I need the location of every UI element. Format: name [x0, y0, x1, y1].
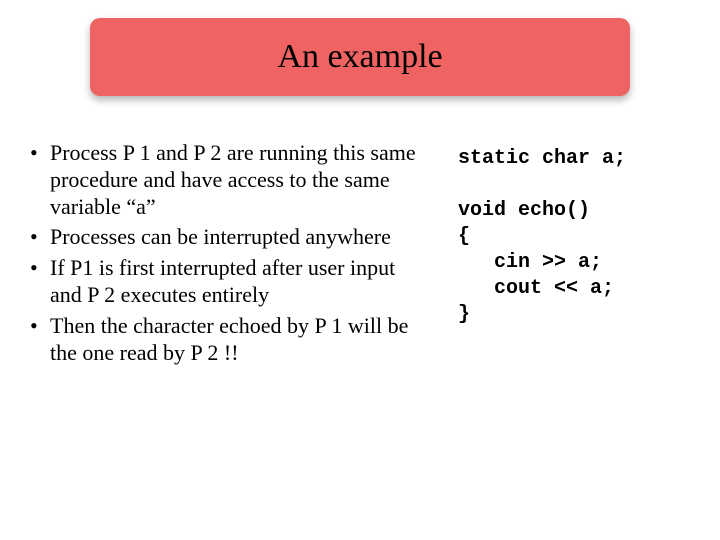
code-line: cin >> a; [458, 251, 602, 274]
code-line: { [458, 225, 470, 248]
bullet-item: Then the character echoed by P 1 will be… [28, 313, 428, 367]
code-column: static char a; void echo() { cin >> a; c… [438, 140, 692, 371]
title-box: An example [90, 18, 630, 96]
slide-title: An example [277, 38, 442, 76]
code-line: } [458, 303, 470, 326]
bullet-item: If P1 is first interrupted after user in… [28, 255, 428, 309]
bullet-list: Process P 1 and P 2 are running this sam… [28, 140, 428, 367]
bullet-item: Process P 1 and P 2 are running this sam… [28, 140, 428, 220]
body-area: Process P 1 and P 2 are running this sam… [28, 140, 692, 371]
bullet-item: Processes can be interrupted anywhere [28, 224, 428, 251]
slide: An example Process P 1 and P 2 are runni… [0, 0, 720, 540]
code-line: void echo() [458, 199, 590, 222]
bullet-column: Process P 1 and P 2 are running this sam… [28, 140, 438, 371]
code-line: cout << a; [458, 277, 614, 300]
code-line: static char a; [458, 147, 626, 170]
code-block: static char a; void echo() { cin >> a; c… [458, 146, 692, 328]
